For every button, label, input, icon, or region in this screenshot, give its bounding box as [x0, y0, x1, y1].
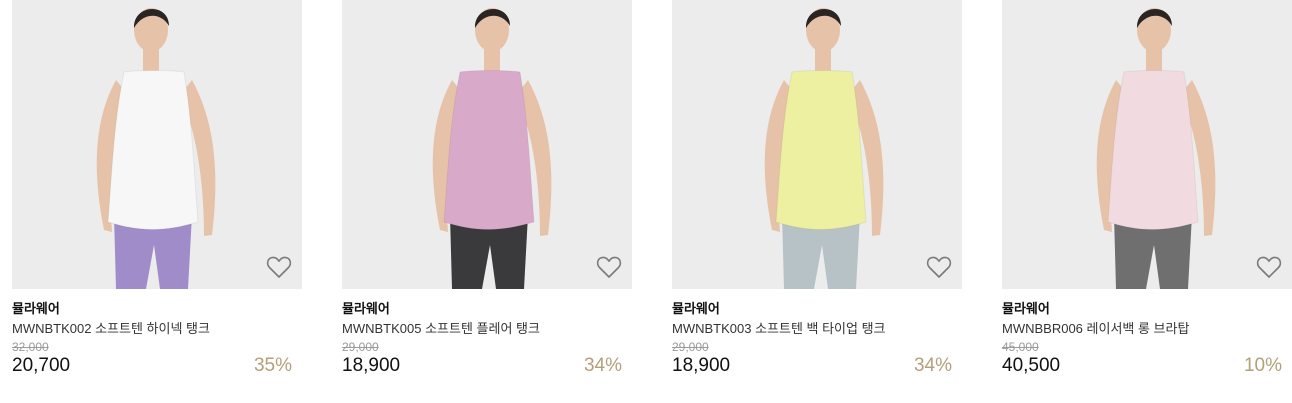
model-photo	[432, 8, 552, 289]
product-name[interactable]: MWNBTK002 소프트텐 하이넥 탱크	[12, 318, 210, 337]
product-name[interactable]: MWNBBR006 레이서백 롱 브라탑	[1002, 318, 1189, 337]
sale-price: 18,900	[672, 355, 731, 376]
original-price: 32,000	[12, 340, 49, 354]
sale-price: 18,900	[342, 355, 401, 376]
product-card[interactable]: 뮬라웨어 MWNBTK005 소프트텐 플레어 탱크 29,000 18,900…	[342, 0, 632, 403]
original-price: 45,000	[1002, 340, 1039, 354]
model-top	[1107, 70, 1199, 230]
model-photo	[1096, 8, 1216, 289]
discount-rate: 35%	[253, 355, 292, 376]
product-card[interactable]: 뮬라웨어 MWNBTK002 소프트텐 하이넥 탱크 32,000 20,700…	[12, 0, 302, 403]
model-top	[775, 70, 867, 230]
discount-rate: 34%	[583, 355, 622, 376]
heart-outline-icon[interactable]	[596, 255, 622, 279]
sale-price: 40,500	[1002, 355, 1061, 376]
product-card[interactable]: 뮬라웨어 MWNBBR006 레이서백 롱 브라탑 45,000 40,500 …	[1002, 0, 1292, 403]
heart-outline-icon[interactable]	[926, 255, 952, 279]
original-price: 29,000	[672, 340, 709, 354]
original-price: 29,000	[342, 340, 379, 354]
product-image[interactable]	[1002, 0, 1292, 289]
product-card[interactable]: 뮬라웨어 MWNBTK003 소프트텐 백 타이업 탱크 29,000 18,9…	[672, 0, 962, 403]
model-top	[443, 70, 535, 230]
model-photo	[764, 8, 884, 289]
product-brand[interactable]: 뮬라웨어	[1002, 298, 1050, 317]
product-image[interactable]	[12, 0, 302, 289]
product-image[interactable]	[672, 0, 962, 289]
heart-outline-icon[interactable]	[266, 255, 292, 279]
discount-rate: 10%	[1243, 355, 1282, 376]
sale-price: 20,700	[12, 355, 71, 376]
product-brand[interactable]: 뮬라웨어	[342, 298, 390, 317]
model-photo	[96, 8, 216, 289]
product-grid: 뮬라웨어 MWNBTK002 소프트텐 하이넥 탱크 32,000 20,700…	[0, 0, 1292, 403]
product-name[interactable]: MWNBTK003 소프트텐 백 타이업 탱크	[672, 318, 886, 337]
product-image[interactable]	[342, 0, 632, 289]
heart-outline-icon[interactable]	[1256, 255, 1282, 279]
product-name[interactable]: MWNBTK005 소프트텐 플레어 탱크	[342, 318, 540, 337]
model-top	[107, 70, 199, 230]
product-brand[interactable]: 뮬라웨어	[12, 298, 60, 317]
discount-rate: 34%	[913, 355, 952, 376]
product-brand[interactable]: 뮬라웨어	[672, 298, 720, 317]
